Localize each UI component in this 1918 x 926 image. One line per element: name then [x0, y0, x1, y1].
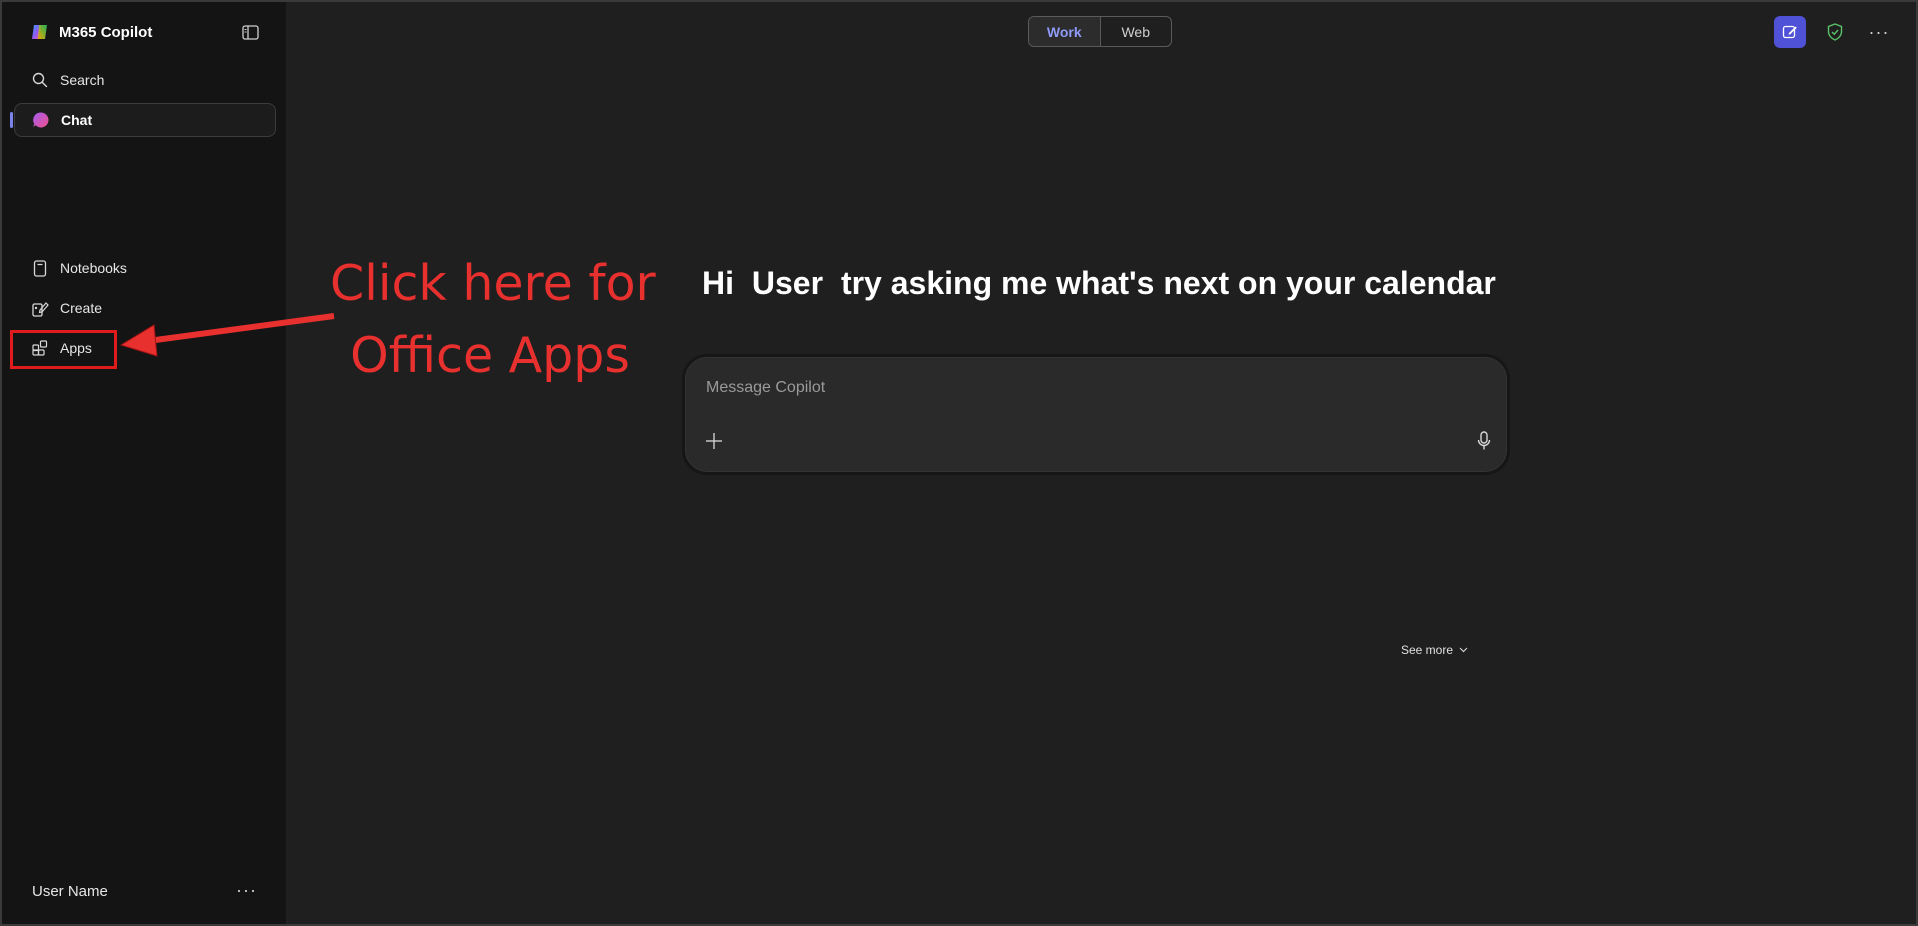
message-input[interactable] [704, 378, 1408, 398]
sidebar-item-search[interactable]: Search [14, 63, 276, 97]
user-more-button[interactable]: ··· [236, 880, 257, 901]
apps-icon [31, 339, 49, 357]
active-indicator [10, 112, 13, 128]
user-name[interactable]: User Name [32, 883, 108, 900]
sidebar-item-label: Notebooks [60, 260, 127, 276]
shield-check-icon [1827, 23, 1843, 41]
toggle-work[interactable]: Work [1029, 17, 1101, 46]
greeting: Hi User try asking me what's next on you… [702, 265, 1505, 302]
sidebar-toggle-icon [241, 24, 259, 40]
plus-icon [706, 433, 722, 449]
see-more-button[interactable]: See more [1401, 643, 1468, 657]
greeting-user: User [751, 265, 824, 301]
compose-icon [1782, 25, 1797, 39]
sidebar-item-apps[interactable]: Apps [14, 331, 276, 365]
toggle-web[interactable]: Web [1101, 17, 1172, 46]
main-area: Work Web ··· Hi User try asking me what'… [286, 0, 1918, 926]
greeting-prompt: try asking me what's next on your calend… [840, 265, 1496, 301]
microphone-button[interactable] [1472, 429, 1496, 453]
copilot-chat-icon [32, 111, 50, 129]
sidebar-item-label: Create [60, 300, 103, 316]
collapse-sidebar-button[interactable] [240, 22, 260, 42]
chevron-down-icon [1459, 647, 1468, 653]
greeting-hi: Hi [702, 265, 734, 301]
see-more-label: See more [1401, 643, 1454, 657]
search-icon [31, 71, 49, 89]
message-composer [685, 357, 1507, 472]
add-attachment-button[interactable] [702, 429, 726, 453]
brand: M365 Copilot [30, 20, 152, 44]
notebook-icon [31, 259, 49, 277]
more-options-button[interactable]: ··· [1863, 16, 1895, 48]
copilot-logo-icon [32, 25, 47, 39]
sidebar-item-label: Apps [60, 340, 92, 356]
sidebar-item-create[interactable]: Create [14, 291, 276, 325]
sidebar-item-label: Chat [61, 112, 93, 128]
protection-button[interactable] [1819, 16, 1851, 48]
create-icon [31, 299, 49, 317]
sidebar-item-label: Search [60, 72, 105, 88]
sidebar-item-chat[interactable]: Chat [14, 103, 276, 137]
sidebar-item-notebooks[interactable]: Notebooks [14, 251, 276, 285]
work-web-toggle: Work Web [1028, 16, 1172, 47]
sidebar: M365 Copilot Search Chat Notebooks Creat… [0, 0, 286, 926]
microphone-icon [1477, 431, 1491, 450]
app-title: M365 Copilot [59, 23, 153, 41]
new-chat-button[interactable] [1774, 16, 1806, 48]
